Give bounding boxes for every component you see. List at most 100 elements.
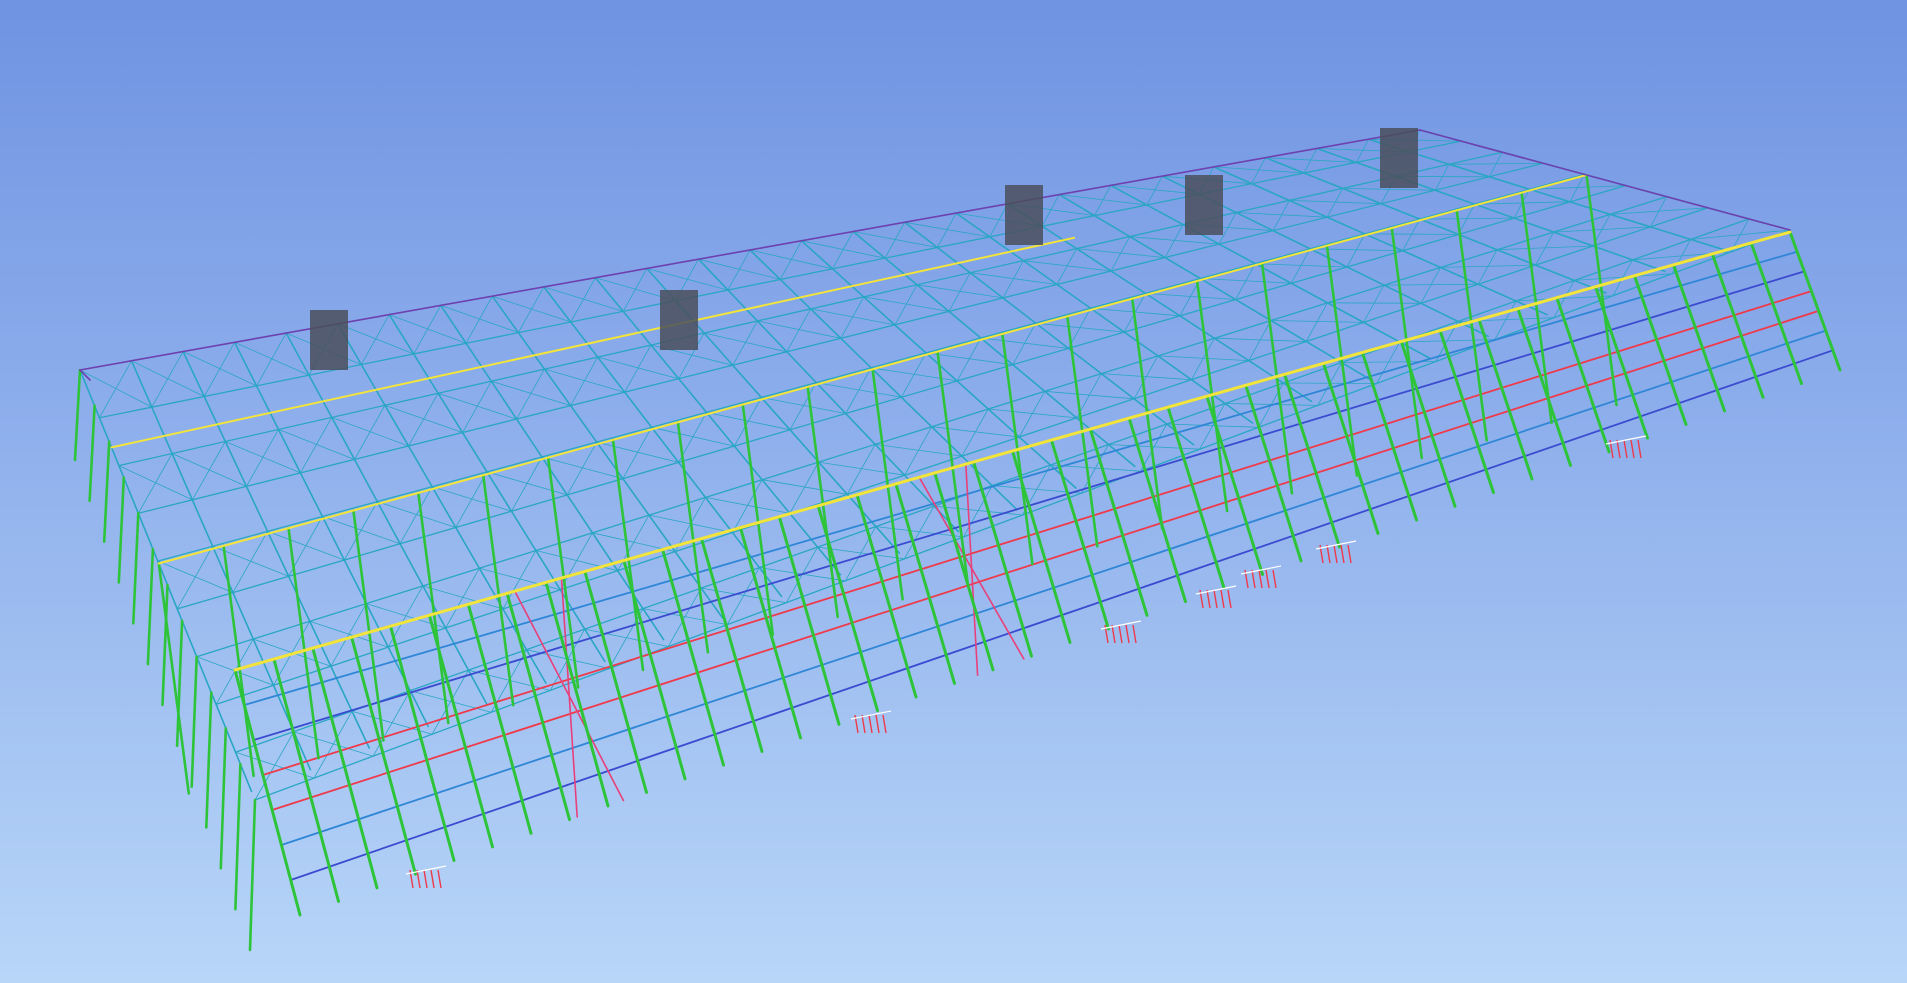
roof-unit-block-icon [310, 310, 348, 370]
truss-web [749, 249, 833, 270]
truss-web [980, 337, 1069, 349]
left-wall-column [205, 691, 213, 829]
front-column [1516, 307, 1572, 467]
truss-web [1303, 148, 1318, 174]
truss-web [1100, 373, 1192, 381]
truss-web [1254, 263, 1348, 268]
truss-web [642, 608, 728, 625]
truss-web [465, 295, 493, 344]
truss-web [99, 360, 132, 419]
truss-web [245, 428, 279, 487]
truss-web [1166, 423, 1260, 428]
truss-web [131, 360, 205, 397]
truss-web [622, 268, 648, 312]
roof-truss [1367, 138, 1725, 251]
left-wall-column [88, 404, 96, 503]
truss-web [698, 258, 781, 280]
truss-web [408, 392, 439, 447]
left-wall-column [190, 655, 198, 789]
truss-web [570, 277, 596, 323]
truss-web [1419, 217, 1515, 220]
roof-truss-layer [79, 129, 1791, 801]
truss-web [256, 332, 287, 387]
front-column [466, 602, 533, 835]
truss-web [224, 441, 301, 474]
truss-web [761, 479, 848, 495]
truss-web [1327, 302, 1422, 304]
roof-unit-block-icon [660, 290, 698, 350]
truss-web [1214, 337, 1307, 342]
truss-web [137, 453, 173, 514]
front-column [1360, 350, 1418, 522]
roof-truss [439, 304, 665, 641]
truss-web [703, 332, 788, 353]
roof-truss [697, 258, 960, 533]
truss-web [388, 314, 467, 344]
truss-web [544, 368, 626, 393]
truss-web [331, 416, 409, 447]
truss-web [79, 369, 153, 408]
truss-web [203, 341, 236, 397]
truss-web [1251, 157, 1266, 185]
truss-web [462, 380, 492, 434]
truss-web [543, 286, 624, 312]
structural-frame-model[interactable] [0, 0, 1907, 983]
front-column [389, 624, 456, 862]
truss-web [646, 268, 729, 291]
support-detail-icon [850, 710, 892, 734]
3d-model-viewport[interactable] [0, 0, 1907, 983]
roof-edge-layer [79, 129, 1792, 672]
cross-bracing [964, 463, 979, 677]
truss-web [779, 240, 802, 280]
truss-web [384, 404, 464, 434]
truss-web [191, 441, 226, 501]
truss-web [1289, 199, 1382, 205]
support-detail-icon [1195, 585, 1237, 609]
truss-web [1496, 245, 1594, 251]
left-wall-column [234, 762, 242, 911]
truss-web [337, 323, 415, 355]
truss-web [437, 392, 517, 420]
truss-web [667, 587, 702, 647]
front-column [1477, 318, 1534, 481]
truss-web [1044, 390, 1135, 400]
truss-web [894, 284, 918, 326]
truss-web [852, 231, 938, 248]
front-column [1671, 263, 1726, 413]
truss-web [516, 368, 545, 420]
front-column [311, 646, 379, 890]
truss-web [832, 231, 854, 270]
front-column [1633, 274, 1688, 426]
truss-web [354, 404, 386, 460]
front-column [1438, 329, 1495, 495]
front-column [1088, 427, 1149, 617]
front-column [1788, 230, 1842, 372]
roof-unit-block-icon [1005, 185, 1043, 245]
truss-web [299, 416, 333, 474]
left-wall-column [132, 511, 140, 625]
truss-web [413, 304, 442, 355]
interior-column [287, 526, 320, 760]
truss-web [1199, 278, 1292, 284]
left-wall-column [219, 726, 228, 870]
support-detail-icon [1315, 540, 1357, 564]
truss-web [732, 320, 758, 366]
front-column [1749, 241, 1803, 386]
interior-column [1585, 173, 1618, 407]
front-eave-beam [233, 230, 1792, 672]
truss-web [757, 320, 842, 339]
interior-column [222, 544, 255, 778]
roof-truss [955, 212, 1254, 424]
truss-web [801, 240, 886, 259]
truss-web [1609, 207, 1709, 215]
front-column [1166, 405, 1226, 590]
left-wall-column [248, 798, 257, 952]
rear-eave-beam [110, 236, 1076, 449]
roof-truss [1264, 156, 1607, 294]
roof-unit-layer [310, 128, 1418, 370]
left-wall-column [73, 368, 82, 462]
truss-web [931, 426, 1020, 438]
truss-web [518, 286, 545, 334]
truss-web [1058, 194, 1148, 206]
front-column [272, 657, 340, 903]
